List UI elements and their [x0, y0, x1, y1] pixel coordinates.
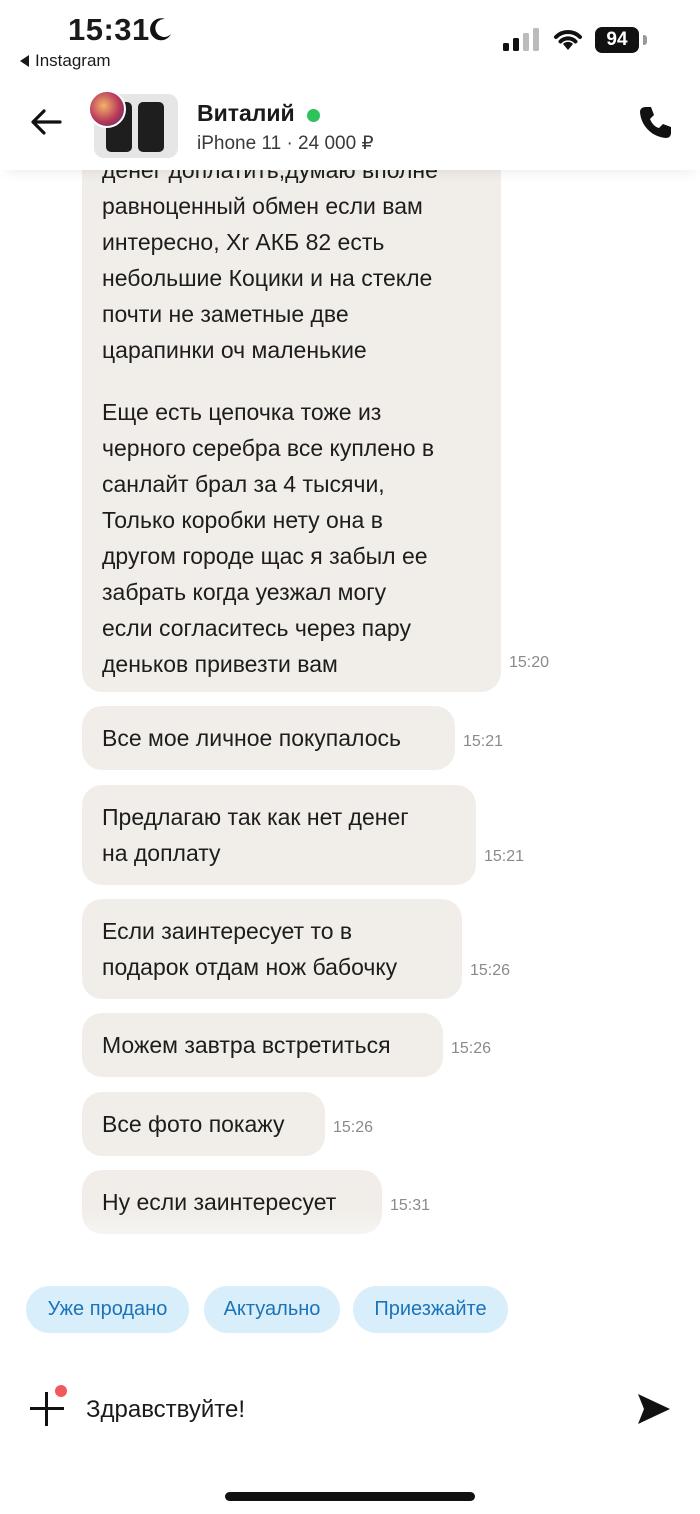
message-time: 15:26	[470, 962, 511, 979]
avatar[interactable]	[88, 90, 126, 128]
scroll-fade	[0, 1210, 700, 1270]
message-bubble[interactable]: Предлагаю так как нет денег на доплату	[82, 785, 476, 885]
message-bubble[interactable]: денег доплатить,думаю вполне равноценный…	[82, 170, 501, 692]
quick-reply-come[interactable]: Приезжайте	[353, 1286, 508, 1333]
back-arrow-icon[interactable]	[26, 102, 66, 142]
back-to-app-link[interactable]: Instagram	[20, 51, 111, 71]
message-text: Все мое личное покупалось	[102, 725, 401, 751]
phone-icon[interactable]	[636, 104, 674, 142]
quick-replies: Уже продано Актуально Приезжайте	[0, 1286, 700, 1336]
online-status-dot	[307, 109, 320, 122]
message-time: 15:20	[509, 654, 550, 671]
message-text: Можем завтра встретиться	[102, 1032, 391, 1058]
chat-header: Виталий iPhone 11 · 24 000 ₽	[0, 82, 700, 170]
message-bubble[interactable]: Все мое личное покупалось	[82, 706, 455, 770]
back-triangle-icon	[20, 55, 29, 67]
battery-nub	[643, 35, 647, 45]
moon-icon	[150, 18, 171, 41]
message-input[interactable]	[86, 1390, 606, 1430]
message-text: Все фото покажу	[102, 1111, 285, 1137]
message-time: 15:26	[333, 1119, 374, 1136]
battery-level: 94	[595, 27, 639, 53]
message-composer	[0, 1376, 700, 1446]
plus-icon[interactable]	[30, 1392, 64, 1426]
message-time: 15:26	[451, 1040, 492, 1057]
contact-name[interactable]: Виталий	[197, 100, 295, 127]
quick-reply-actual[interactable]: Актуально	[204, 1286, 340, 1333]
home-indicator[interactable]	[225, 1492, 475, 1501]
message-list[interactable]: денег доплатить,думаю вполне равноценный…	[0, 170, 700, 1260]
phone-photo-2	[138, 102, 164, 152]
wifi-icon	[554, 30, 582, 50]
status-time: 15:31	[68, 12, 150, 47]
status-bar: 15:31 Instagram 94	[0, 0, 700, 82]
send-icon[interactable]	[636, 1392, 672, 1426]
signal-icon	[503, 28, 539, 51]
message-time: 15:21	[484, 848, 525, 865]
battery-icon: 94	[595, 27, 647, 53]
message-text: денег доплатить,думаю вполне равноценный…	[102, 170, 438, 363]
notification-dot	[55, 1385, 67, 1397]
back-app-label: Instagram	[35, 51, 111, 70]
message-bubble[interactable]: Можем завтра встретиться	[82, 1013, 443, 1077]
listing-info[interactable]: iPhone 11 · 24 000 ₽	[197, 132, 374, 155]
quick-reply-sold[interactable]: Уже продано	[26, 1286, 189, 1333]
message-text: Предлагаю так как нет денег на доплату	[102, 804, 409, 866]
message-time: 15:21	[463, 733, 504, 750]
message-text: Еще есть цепочка тоже из черного серебра…	[102, 399, 435, 677]
message-text: Если заинтересует то в подарок отдам нож…	[102, 918, 398, 980]
message-bubble[interactable]: Все фото покажу	[82, 1092, 325, 1156]
message-bubble[interactable]: Если заинтересует то в подарок отдам нож…	[82, 899, 462, 999]
